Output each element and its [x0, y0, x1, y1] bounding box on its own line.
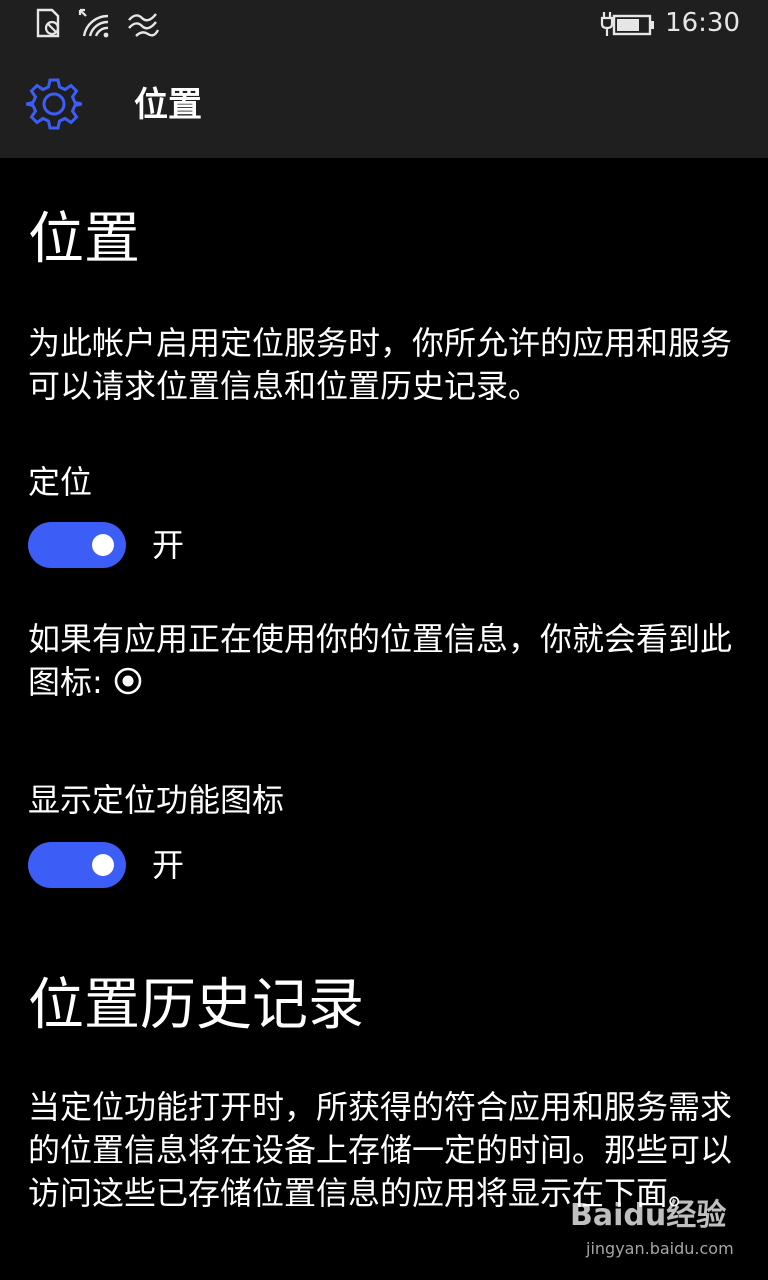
toggle-knob — [92, 854, 114, 876]
icon-info-text: 如果有应用正在使用你的位置信息，你就会看到此图标: — [28, 618, 740, 704]
show-icon-toggle-row[interactable]: 开 — [28, 842, 328, 888]
location-description: 为此帐户启用定位服务时，你所允许的应用和服务可以请求位置信息和位置历史记录。 — [28, 324, 733, 405]
location-toggle-switch[interactable] — [28, 522, 126, 568]
location-toggle-row[interactable]: 开 — [28, 522, 328, 568]
app-header: 位置 — [0, 52, 768, 158]
location-in-use-icon — [114, 667, 142, 695]
page-title: 位置 — [134, 85, 202, 125]
battery-charging-icon — [600, 12, 654, 36]
location-toggle-label: 定位 — [28, 463, 93, 501]
wifi-icon — [78, 8, 109, 38]
baidu-watermark: Baidu经验 jingyan.baidu.com — [570, 1196, 734, 1270]
location-toggle-state: 开 — [152, 526, 185, 564]
show-icon-toggle-label: 显示定位功能图标 — [28, 781, 285, 819]
watermark-url: jingyan.baidu.com — [586, 1239, 734, 1258]
show-icon-toggle-state: 开 — [152, 846, 185, 884]
show-icon-toggle-switch[interactable] — [28, 842, 126, 888]
status-bar: 16:30 — [0, 0, 768, 52]
sim-off-icon — [36, 8, 60, 38]
location-heading: 位置 — [28, 207, 140, 272]
data-sense-icon — [128, 13, 160, 37]
location-history-heading: 位置历史记录 — [28, 973, 364, 1038]
toggle-knob — [92, 534, 114, 556]
gear-icon — [26, 78, 82, 130]
watermark-logo: Baidu经验 — [570, 1198, 727, 1233]
status-time: 16:30 — [665, 8, 740, 38]
